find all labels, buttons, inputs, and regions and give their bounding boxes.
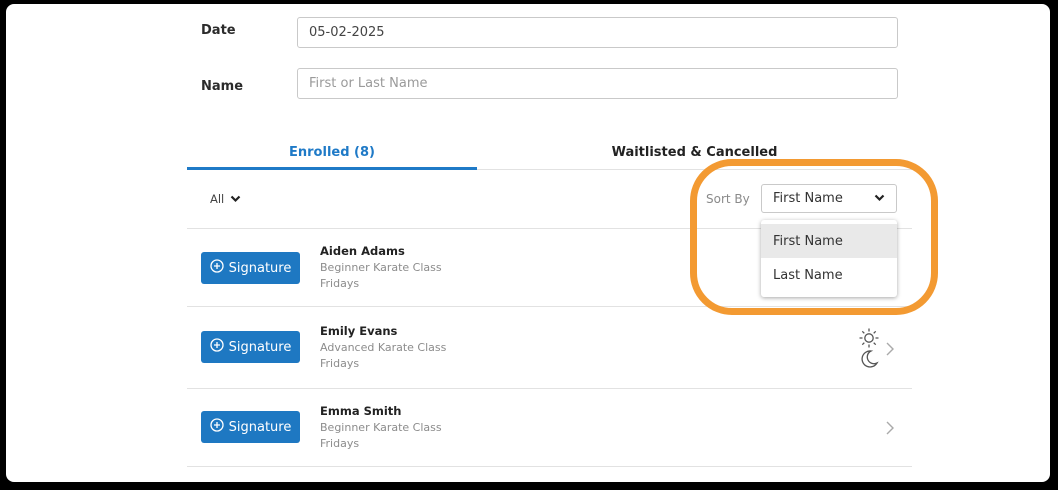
plus-circle-icon	[209, 259, 224, 277]
student-class: Beginner Karate Class	[320, 261, 442, 274]
row-divider	[187, 466, 912, 467]
student-day: Fridays	[320, 277, 360, 290]
filter-label: All	[210, 192, 225, 206]
student-day: Fridays	[320, 437, 360, 450]
student-class: Advanced Karate Class	[320, 341, 447, 354]
student-class: Beginner Karate Class	[320, 421, 442, 434]
name-label: Name	[201, 79, 244, 94]
row-divider	[187, 388, 912, 389]
name-field[interactable]	[297, 68, 898, 99]
chevron-right-icon[interactable]	[885, 420, 895, 440]
signature-button-label: Signature	[228, 260, 292, 276]
sort-select[interactable]: First Name	[761, 184, 897, 213]
name-input[interactable]	[309, 76, 886, 91]
student-name: Aiden Adams	[320, 244, 405, 258]
row-divider	[187, 306, 912, 307]
signature-button-label: Signature	[228, 339, 292, 355]
student-name: Emma Smith	[320, 404, 402, 418]
date-value: 05-02-2025	[309, 25, 385, 40]
plus-circle-icon	[209, 418, 224, 436]
sort-option-first-name[interactable]: First Name	[761, 224, 897, 258]
moon-icon[interactable]	[858, 348, 880, 374]
student-name: Emily Evans	[320, 324, 398, 338]
signature-button[interactable]: Signature	[201, 411, 300, 443]
sort-label: Sort By	[706, 192, 750, 206]
plus-circle-icon	[209, 338, 224, 356]
chevron-down-icon	[874, 191, 885, 206]
signature-button-label: Signature	[228, 419, 292, 435]
sort-dropdown-menu: First Name Last Name	[761, 220, 897, 297]
tab-active-indicator	[187, 167, 477, 170]
date-field[interactable]: 05-02-2025	[297, 17, 898, 48]
filter-dropdown[interactable]: All	[210, 192, 241, 206]
chevron-down-icon	[230, 192, 241, 206]
date-label: Date	[201, 23, 236, 38]
tab-waitlisted-cancelled[interactable]: Waitlisted & Cancelled	[477, 145, 912, 160]
signature-button[interactable]: Signature	[201, 331, 300, 363]
tab-enrolled[interactable]: Enrolled (8)	[187, 145, 477, 160]
sort-selected-value: First Name	[773, 191, 843, 206]
app-window: Date 05-02-2025 Name Enrolled (8) Waitli…	[6, 4, 1050, 482]
sort-option-last-name[interactable]: Last Name	[761, 258, 897, 292]
chevron-right-icon[interactable]	[885, 341, 895, 361]
signature-button[interactable]: Signature	[201, 252, 300, 284]
student-day: Fridays	[320, 357, 360, 370]
